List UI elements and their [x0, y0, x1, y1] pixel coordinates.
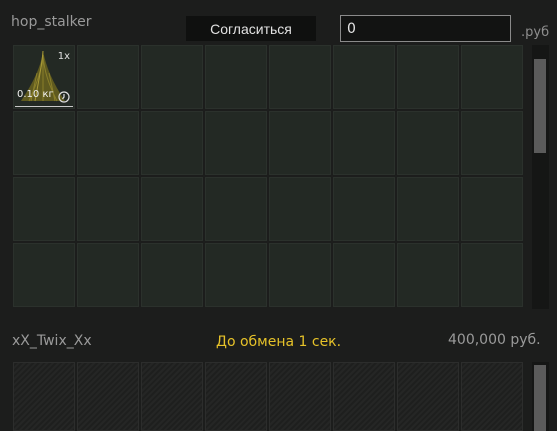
inventory-slot[interactable] — [205, 243, 267, 307]
inventory-slot[interactable] — [461, 177, 523, 241]
trader-name: hop_stalker — [11, 14, 92, 30]
inventory-slot[interactable] — [77, 45, 139, 109]
inventory-slot[interactable] — [77, 243, 139, 307]
inventory-item-slot[interactable]: 1x 0.10 кг — [13, 45, 75, 109]
inventory-slot[interactable] — [205, 45, 267, 109]
item-quantity: 1x — [57, 51, 70, 62]
trade-inventory-grid: 1x 0.10 кг — [13, 45, 523, 307]
partner-slot — [461, 362, 523, 431]
partner-slot — [397, 362, 459, 431]
partner-slot — [269, 362, 331, 431]
inventory-slot[interactable] — [77, 177, 139, 241]
inventory-slot[interactable] — [269, 177, 331, 241]
inventory-slot[interactable] — [141, 243, 203, 307]
clock-icon — [58, 91, 70, 103]
inventory-slot[interactable] — [77, 111, 139, 175]
inventory-slot[interactable] — [397, 111, 459, 175]
inventory-scrollbar[interactable] — [532, 45, 549, 309]
partner-slot — [141, 362, 203, 431]
inventory-slot[interactable] — [13, 243, 75, 307]
inventory-slot[interactable] — [141, 45, 203, 109]
partner-slot — [13, 362, 75, 431]
inventory-slot[interactable] — [141, 111, 203, 175]
inventory-slot[interactable] — [397, 243, 459, 307]
inventory-slot[interactable] — [333, 45, 395, 109]
inventory-slot[interactable] — [461, 45, 523, 109]
currency-label: .руб — [521, 25, 550, 40]
inventory-slot[interactable] — [397, 177, 459, 241]
partner-scrollbar[interactable] — [532, 362, 549, 431]
inventory-slot[interactable] — [13, 111, 75, 175]
inventory-slot[interactable] — [205, 177, 267, 241]
accept-button[interactable]: Согласиться — [186, 16, 316, 41]
item-weight: 0.10 кг — [17, 89, 54, 100]
partner-money: 400,000 руб. — [448, 332, 541, 348]
inventory-slot[interactable] — [205, 111, 267, 175]
inventory-slot[interactable] — [333, 111, 395, 175]
partner-name: xX_Twix_Xx — [12, 333, 92, 349]
partner-slot — [205, 362, 267, 431]
inventory-slot[interactable] — [141, 177, 203, 241]
inventory-slot[interactable] — [13, 177, 75, 241]
scrollbar-thumb[interactable] — [534, 59, 546, 153]
inventory-slot[interactable] — [461, 111, 523, 175]
item-underline — [15, 106, 73, 107]
inventory-slot[interactable] — [333, 243, 395, 307]
partner-inventory-grid — [13, 362, 523, 431]
trade-countdown: До обмена 1 сек. — [216, 334, 342, 350]
partner-slot — [77, 362, 139, 431]
inventory-slot[interactable] — [461, 243, 523, 307]
inventory-slot[interactable] — [397, 45, 459, 109]
partner-slot — [333, 362, 395, 431]
inventory-slot[interactable] — [269, 111, 331, 175]
money-input[interactable] — [340, 15, 511, 42]
inventory-slot[interactable] — [333, 177, 395, 241]
scrollbar-thumb[interactable] — [534, 365, 546, 431]
inventory-slot[interactable] — [269, 45, 331, 109]
inventory-slot[interactable] — [269, 243, 331, 307]
